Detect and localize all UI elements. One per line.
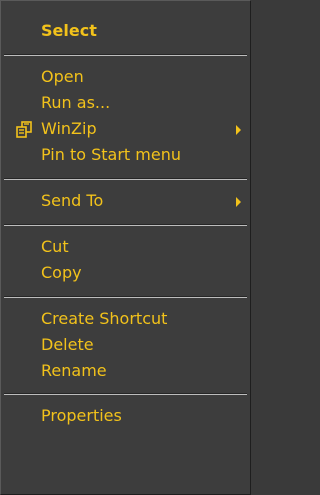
menu-item-copy-label: Copy bbox=[41, 263, 82, 282]
menu-item-copy[interactable]: Copy bbox=[1, 260, 250, 286]
menu-separator bbox=[4, 54, 247, 56]
menu-item-delete-label: Delete bbox=[41, 335, 94, 354]
menu-item-pin-to-start[interactable]: Pin to Start menu bbox=[1, 142, 250, 168]
menu-item-create-shortcut-label: Create Shortcut bbox=[41, 309, 168, 328]
menu-item-open[interactable]: Open bbox=[1, 64, 250, 90]
menu-item-run-as-label: Run as... bbox=[41, 93, 111, 112]
menu-item-send-to-label: Send To bbox=[41, 191, 104, 210]
winzip-icon bbox=[16, 121, 32, 138]
menu-item-delete[interactable]: Delete bbox=[1, 332, 250, 358]
menu-separator bbox=[4, 393, 247, 395]
menu-separator bbox=[4, 296, 247, 298]
menu-separator bbox=[4, 224, 247, 226]
menu-item-rename-label: Rename bbox=[41, 361, 107, 380]
menu-item-pin-to-start-label: Pin to Start menu bbox=[41, 145, 181, 164]
menu-item-properties[interactable]: Properties bbox=[1, 403, 250, 429]
menu-item-rename[interactable]: Rename bbox=[1, 358, 250, 384]
submenu-arrow-icon bbox=[236, 125, 241, 135]
menu-item-open-label: Open bbox=[41, 67, 84, 86]
menu-item-properties-label: Properties bbox=[41, 406, 122, 425]
menu-item-cut[interactable]: Cut bbox=[1, 234, 250, 260]
menu-item-select-label: Select bbox=[41, 21, 97, 40]
menu-separator bbox=[4, 178, 247, 180]
menu-item-create-shortcut[interactable]: Create Shortcut bbox=[1, 306, 250, 332]
submenu-arrow-icon bbox=[236, 197, 241, 207]
menu-item-run-as[interactable]: Run as... bbox=[1, 90, 250, 116]
menu-item-winzip[interactable]: WinZip bbox=[1, 116, 250, 142]
menu-item-send-to[interactable]: Send To bbox=[1, 188, 250, 214]
context-menu: Select Open Run as... WinZip Pin to Star… bbox=[0, 0, 251, 495]
menu-item-cut-label: Cut bbox=[41, 237, 69, 256]
menu-item-winzip-label: WinZip bbox=[41, 119, 97, 138]
menu-item-select[interactable]: Select bbox=[1, 18, 250, 44]
